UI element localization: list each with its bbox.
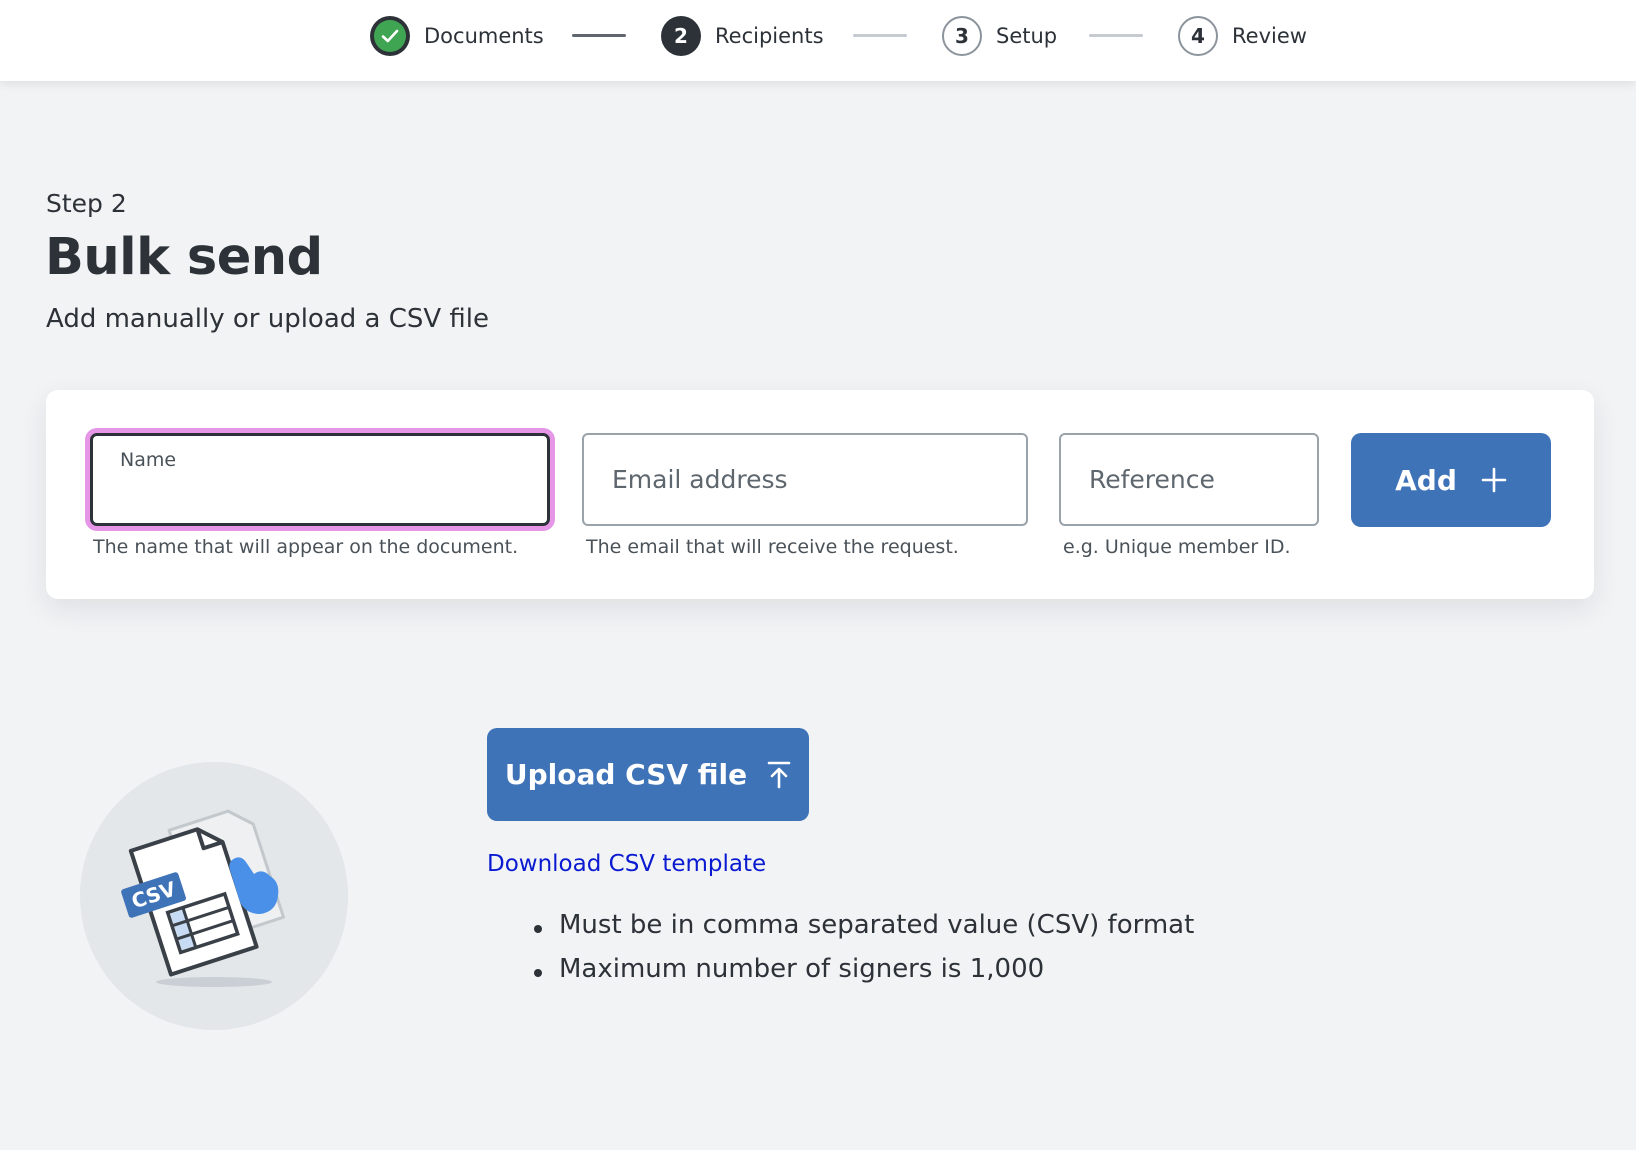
add-button-label: Add — [1395, 463, 1457, 497]
step-recipients[interactable]: 2 Recipients — [661, 16, 824, 56]
name-field[interactable]: Name — [90, 433, 550, 526]
page-subtitle: Add manually or upload a CSV file — [46, 304, 490, 334]
csv-requirements-list: Must be in comma separated value (CSV) f… — [534, 910, 1194, 998]
email-hint: The email that will receive the request. — [586, 536, 959, 558]
step-connector — [1089, 34, 1143, 37]
step-documents-indicator — [370, 16, 410, 56]
upload-csv-button[interactable]: Upload CSV file — [487, 728, 809, 821]
page-title: Bulk send — [45, 228, 323, 287]
step-recipients-label: Recipients — [715, 24, 824, 48]
list-item: Maximum number of signers is 1,000 — [534, 954, 1194, 998]
download-csv-template-link[interactable]: Download CSV template — [487, 851, 766, 877]
step-documents-label: Documents — [424, 24, 544, 48]
step-connector — [572, 34, 626, 37]
step-setup[interactable]: 3 Setup — [942, 16, 1057, 56]
progress-stepper: Documents 2 Recipients 3 Setup 4 Review — [0, 0, 1636, 81]
reference-hint: e.g. Unique member ID. — [1063, 536, 1291, 558]
check-icon — [381, 29, 399, 43]
add-button[interactable]: Add — [1351, 433, 1551, 527]
upload-csv-button-label: Upload CSV file — [504, 758, 748, 791]
step-review-label: Review — [1232, 24, 1307, 48]
upload-arrow-icon — [767, 761, 791, 789]
step-recipients-number: 2 — [661, 16, 701, 56]
list-item: Must be in comma separated value (CSV) f… — [534, 910, 1194, 954]
step-documents[interactable]: Documents — [370, 16, 544, 56]
step-setup-number: 3 — [942, 16, 982, 56]
reference-input[interactable] — [1061, 435, 1317, 524]
step-setup-label: Setup — [996, 24, 1058, 48]
csv-file-illustration: CSV — [80, 762, 348, 1030]
manual-entry-card: Name The name that will appear on the do… — [46, 390, 1594, 599]
email-input[interactable] — [584, 435, 1026, 524]
email-field[interactable] — [582, 433, 1028, 526]
step-review[interactable]: 4 Review — [1178, 16, 1307, 56]
step-kicker: Step 2 — [46, 189, 127, 218]
reference-field[interactable] — [1059, 433, 1319, 526]
plus-icon — [1481, 467, 1507, 493]
name-field-label: Name — [120, 449, 177, 471]
step-review-number: 4 — [1178, 16, 1218, 56]
name-hint: The name that will appear on the documen… — [93, 536, 519, 558]
step-connector — [853, 34, 907, 37]
